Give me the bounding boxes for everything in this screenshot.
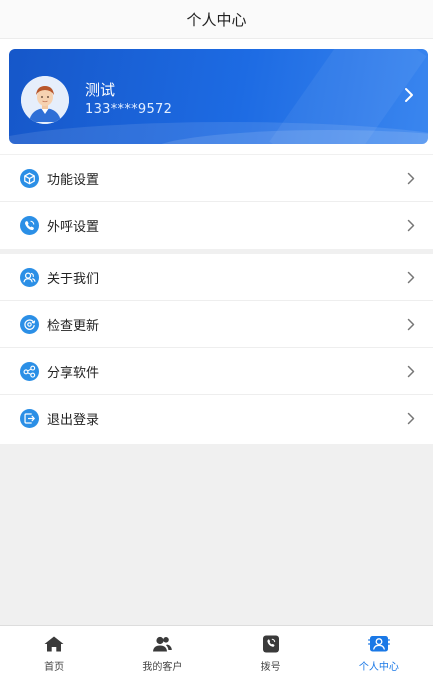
menu-item-label: 关于我们 [47, 272, 100, 287]
settings-group: 功能设置 外呼设置 [0, 155, 433, 249]
profile-icon [367, 636, 390, 652]
chevron-right-icon [407, 412, 415, 425]
about-group: 关于我们 检查更新 分享软件 退出登录 [0, 254, 433, 444]
chevron-right-icon [407, 271, 415, 284]
profile-section: 测试 133****9572 [0, 38, 433, 154]
profile-name: 测试 [85, 81, 116, 99]
settings-cube-icon [20, 169, 39, 188]
tab-customers[interactable]: 我的客户 [108, 626, 216, 674]
menu-item-logout[interactable]: 退出登录 [0, 395, 433, 442]
customers-icon [153, 636, 173, 652]
menu-item-outbound-settings[interactable]: 外呼设置 [0, 202, 433, 249]
profile-phone: 133****9572 [85, 102, 173, 117]
menu-item-about-us[interactable]: 关于我们 [0, 254, 433, 301]
menu-item-label: 检查更新 [47, 319, 100, 334]
chevron-right-icon [407, 365, 415, 378]
tab-label: 个人中心 [358, 662, 399, 673]
page-title: 个人中心 [186, 10, 247, 29]
menu-item-check-update[interactable]: 检查更新 [0, 301, 433, 348]
page-header: 个人中心 [0, 0, 433, 38]
tab-label: 首页 [44, 662, 65, 673]
logout-icon [20, 409, 39, 428]
chevron-right-icon [407, 318, 415, 331]
menu-item-function-settings[interactable]: 功能设置 [0, 155, 433, 202]
bottom-tab-bar: 首页 我的客户 拨号 个人中心 [0, 625, 433, 674]
dialer-icon [262, 635, 279, 653]
share-icon [20, 362, 39, 381]
tab-home[interactable]: 首页 [0, 626, 108, 674]
users-icon [20, 268, 39, 287]
profile-card[interactable]: 测试 133****9572 [9, 49, 428, 144]
avatar[interactable] [21, 76, 69, 124]
chevron-right-icon[interactable] [402, 85, 416, 105]
tab-label: 拨号 [260, 662, 281, 673]
phone-call-icon [20, 216, 39, 235]
tab-profile[interactable]: 个人中心 [325, 626, 433, 674]
chevron-right-icon [407, 172, 415, 185]
tab-dialer[interactable]: 拨号 [217, 626, 325, 674]
menu-item-label: 退出登录 [47, 413, 100, 428]
menu-item-label: 外呼设置 [47, 220, 100, 235]
update-icon [20, 315, 39, 334]
home-icon [44, 636, 64, 652]
menu-item-label: 功能设置 [47, 173, 100, 188]
tab-label: 我的客户 [142, 662, 183, 673]
chevron-right-icon [407, 219, 415, 232]
menu-item-label: 分享软件 [47, 366, 100, 381]
menu-item-share-app[interactable]: 分享软件 [0, 348, 433, 395]
